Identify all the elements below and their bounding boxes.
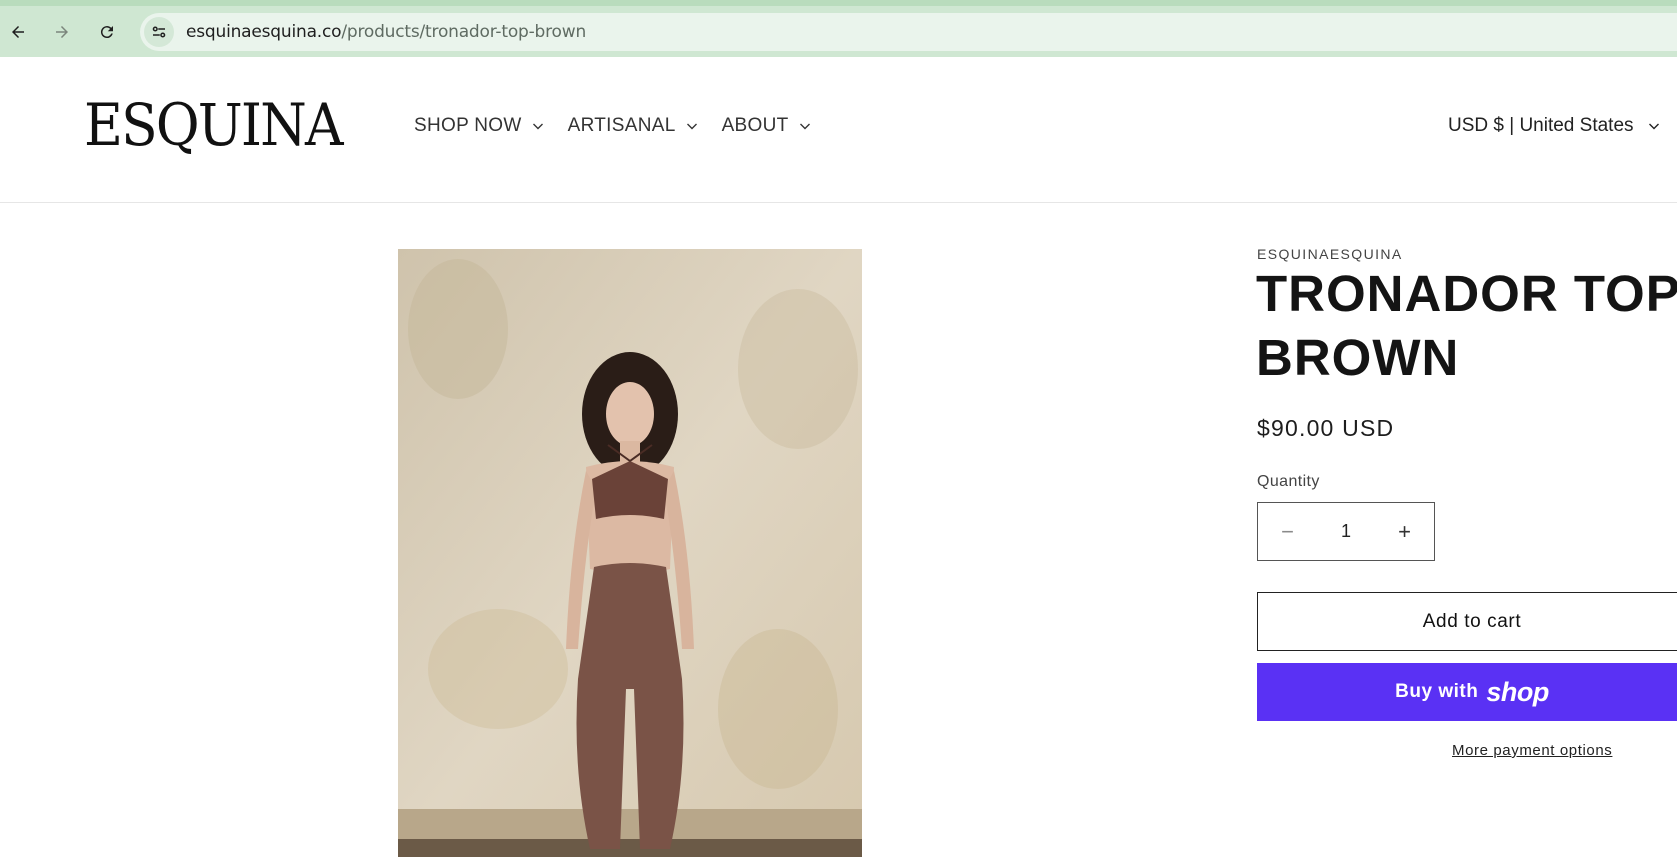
buy-with-label: Buy with: [1395, 681, 1479, 702]
url-path: /products/tronador-top-brown: [341, 22, 587, 42]
add-to-cart-button[interactable]: Add to cart: [1257, 592, 1677, 651]
menu-label: ABOUT: [721, 115, 789, 136]
site-header: ESQUINA SHOP NOW ARTISANAL ABOUT USD $ |…: [0, 57, 1677, 203]
menu-label: SHOP NOW: [414, 115, 522, 136]
currency-selector[interactable]: USD $ | United States: [1448, 115, 1660, 137]
product-price: $90.00 USD: [1257, 415, 1395, 441]
product-photo: [398, 249, 862, 857]
brand-logo[interactable]: ESQUINA: [84, 91, 343, 159]
product-image[interactable]: [398, 249, 862, 857]
site-info-icon[interactable]: [144, 17, 174, 47]
quantity-stepper: − +: [1257, 502, 1435, 561]
main-menu: SHOP NOW ARTISANAL ABOUT: [414, 115, 811, 137]
menu-label: ARTISANAL: [567, 115, 676, 136]
shop-logo: shop: [1486, 676, 1549, 707]
arrow-right-icon: [56, 26, 68, 38]
buy-with-shop-button[interactable]: Buy with shop: [1257, 663, 1677, 721]
more-payment-options-link[interactable]: More payment options: [1452, 742, 1612, 759]
product-vendor: ESQUINAESQUINA: [1257, 246, 1403, 262]
chevron-down-icon: [532, 123, 543, 130]
browser-toolbar: esquinaesquina.co/products/tronador-top-…: [0, 0, 1677, 57]
quantity-label: Quantity: [1257, 473, 1320, 490]
product-title: TRONADOR TOP BROWN: [1256, 265, 1677, 386]
menu-shop-now[interactable]: SHOP NOW: [414, 115, 544, 137]
menu-about[interactable]: ABOUT: [722, 115, 811, 137]
chevron-down-icon: [686, 123, 697, 130]
reload-button[interactable]: [91, 16, 123, 48]
forward-button[interactable]: [46, 16, 78, 48]
currency-label: USD $ | United States: [1448, 115, 1634, 136]
address-bar[interactable]: esquinaesquina.co/products/tronador-top-…: [140, 13, 1677, 51]
chevron-down-icon: [799, 123, 810, 130]
quantity-increase-button[interactable]: +: [1375, 503, 1434, 560]
quantity-decrease-button[interactable]: −: [1258, 503, 1317, 560]
arrow-left-icon: [12, 26, 24, 38]
quantity-input[interactable]: [1317, 503, 1375, 560]
url-text[interactable]: esquinaesquina.co/products/tronador-top-…: [186, 22, 586, 42]
menu-artisanal[interactable]: ARTISANAL: [568, 115, 698, 137]
back-button[interactable]: [2, 16, 34, 48]
url-host: esquinaesquina.co: [186, 22, 342, 42]
reload-icon: [100, 26, 113, 39]
chevron-down-icon: [1648, 123, 1659, 130]
